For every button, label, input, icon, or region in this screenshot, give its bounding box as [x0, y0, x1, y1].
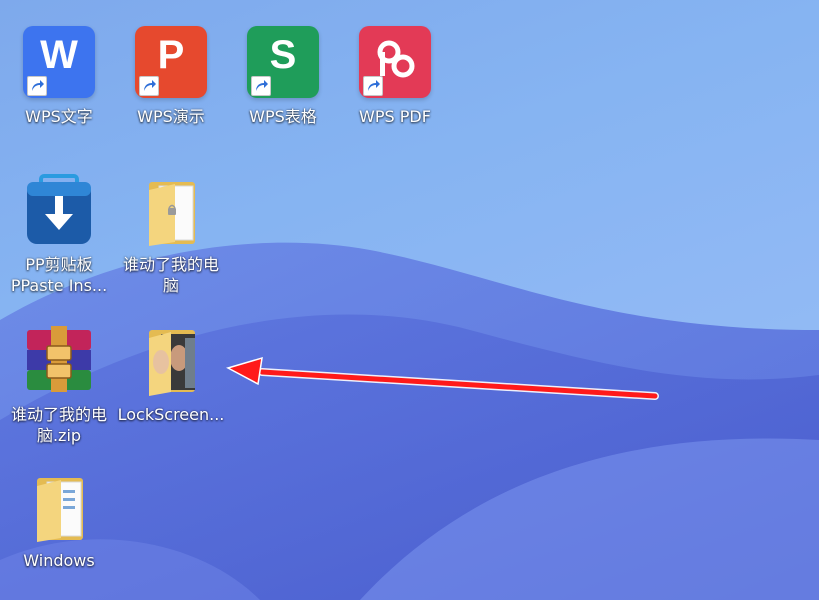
icon-label: PP剪贴板 PPaste Ins... [10, 255, 108, 295]
desktop-icon-wps-presentation[interactable]: P WPS演示 [116, 26, 226, 127]
wps-spreadsheet-letter: S [269, 33, 297, 77]
shortcut-arrow-icon [27, 76, 47, 96]
icon-label: WPS表格 [249, 107, 317, 126]
folder-with-photos-icon [149, 330, 195, 396]
desktop-icon-folder[interactable]: 谁动了我的电 脑 [116, 174, 226, 296]
shortcut-arrow-icon [251, 76, 271, 96]
icon-label: 谁动了我的电 脑.zip [10, 405, 107, 445]
folder-icon [149, 182, 195, 246]
desktop-icon-wps-pdf[interactable]: WPS PDF [340, 26, 450, 127]
icon-label: WPS演示 [137, 107, 205, 126]
wps-writer-letter: W [40, 33, 78, 77]
desktop-icon-zip-archive[interactable]: 谁动了我的电 脑.zip [4, 324, 114, 446]
shortcut-arrow-icon [139, 76, 159, 96]
icon-label: WPS PDF [359, 107, 431, 126]
icon-label: 谁动了我的电 脑 [122, 255, 219, 295]
desktop-icon-wps-spreadsheet[interactable]: S WPS表格 [228, 26, 338, 127]
folder-icon [37, 478, 83, 542]
shortcut-arrow-icon [363, 76, 383, 96]
desktop-icon-lockscreen-folder[interactable]: LockScreen... [116, 324, 226, 425]
wps-presentation-letter: P [157, 33, 185, 77]
icon-label: WPS文字 [25, 107, 93, 126]
icon-label: Windows [23, 551, 95, 570]
desktop-icon-wps-writer[interactable]: W WPS文字 [4, 26, 114, 127]
download-installer-icon [27, 174, 91, 244]
desktop-icon-windows-folder[interactable]: Windows [4, 470, 114, 571]
winrar-archive-icon [27, 326, 91, 392]
icon-label: LockScreen... [117, 405, 225, 424]
desktop-icon-ppaste-installer[interactable]: PP剪贴板 PPaste Ins... [4, 174, 114, 296]
